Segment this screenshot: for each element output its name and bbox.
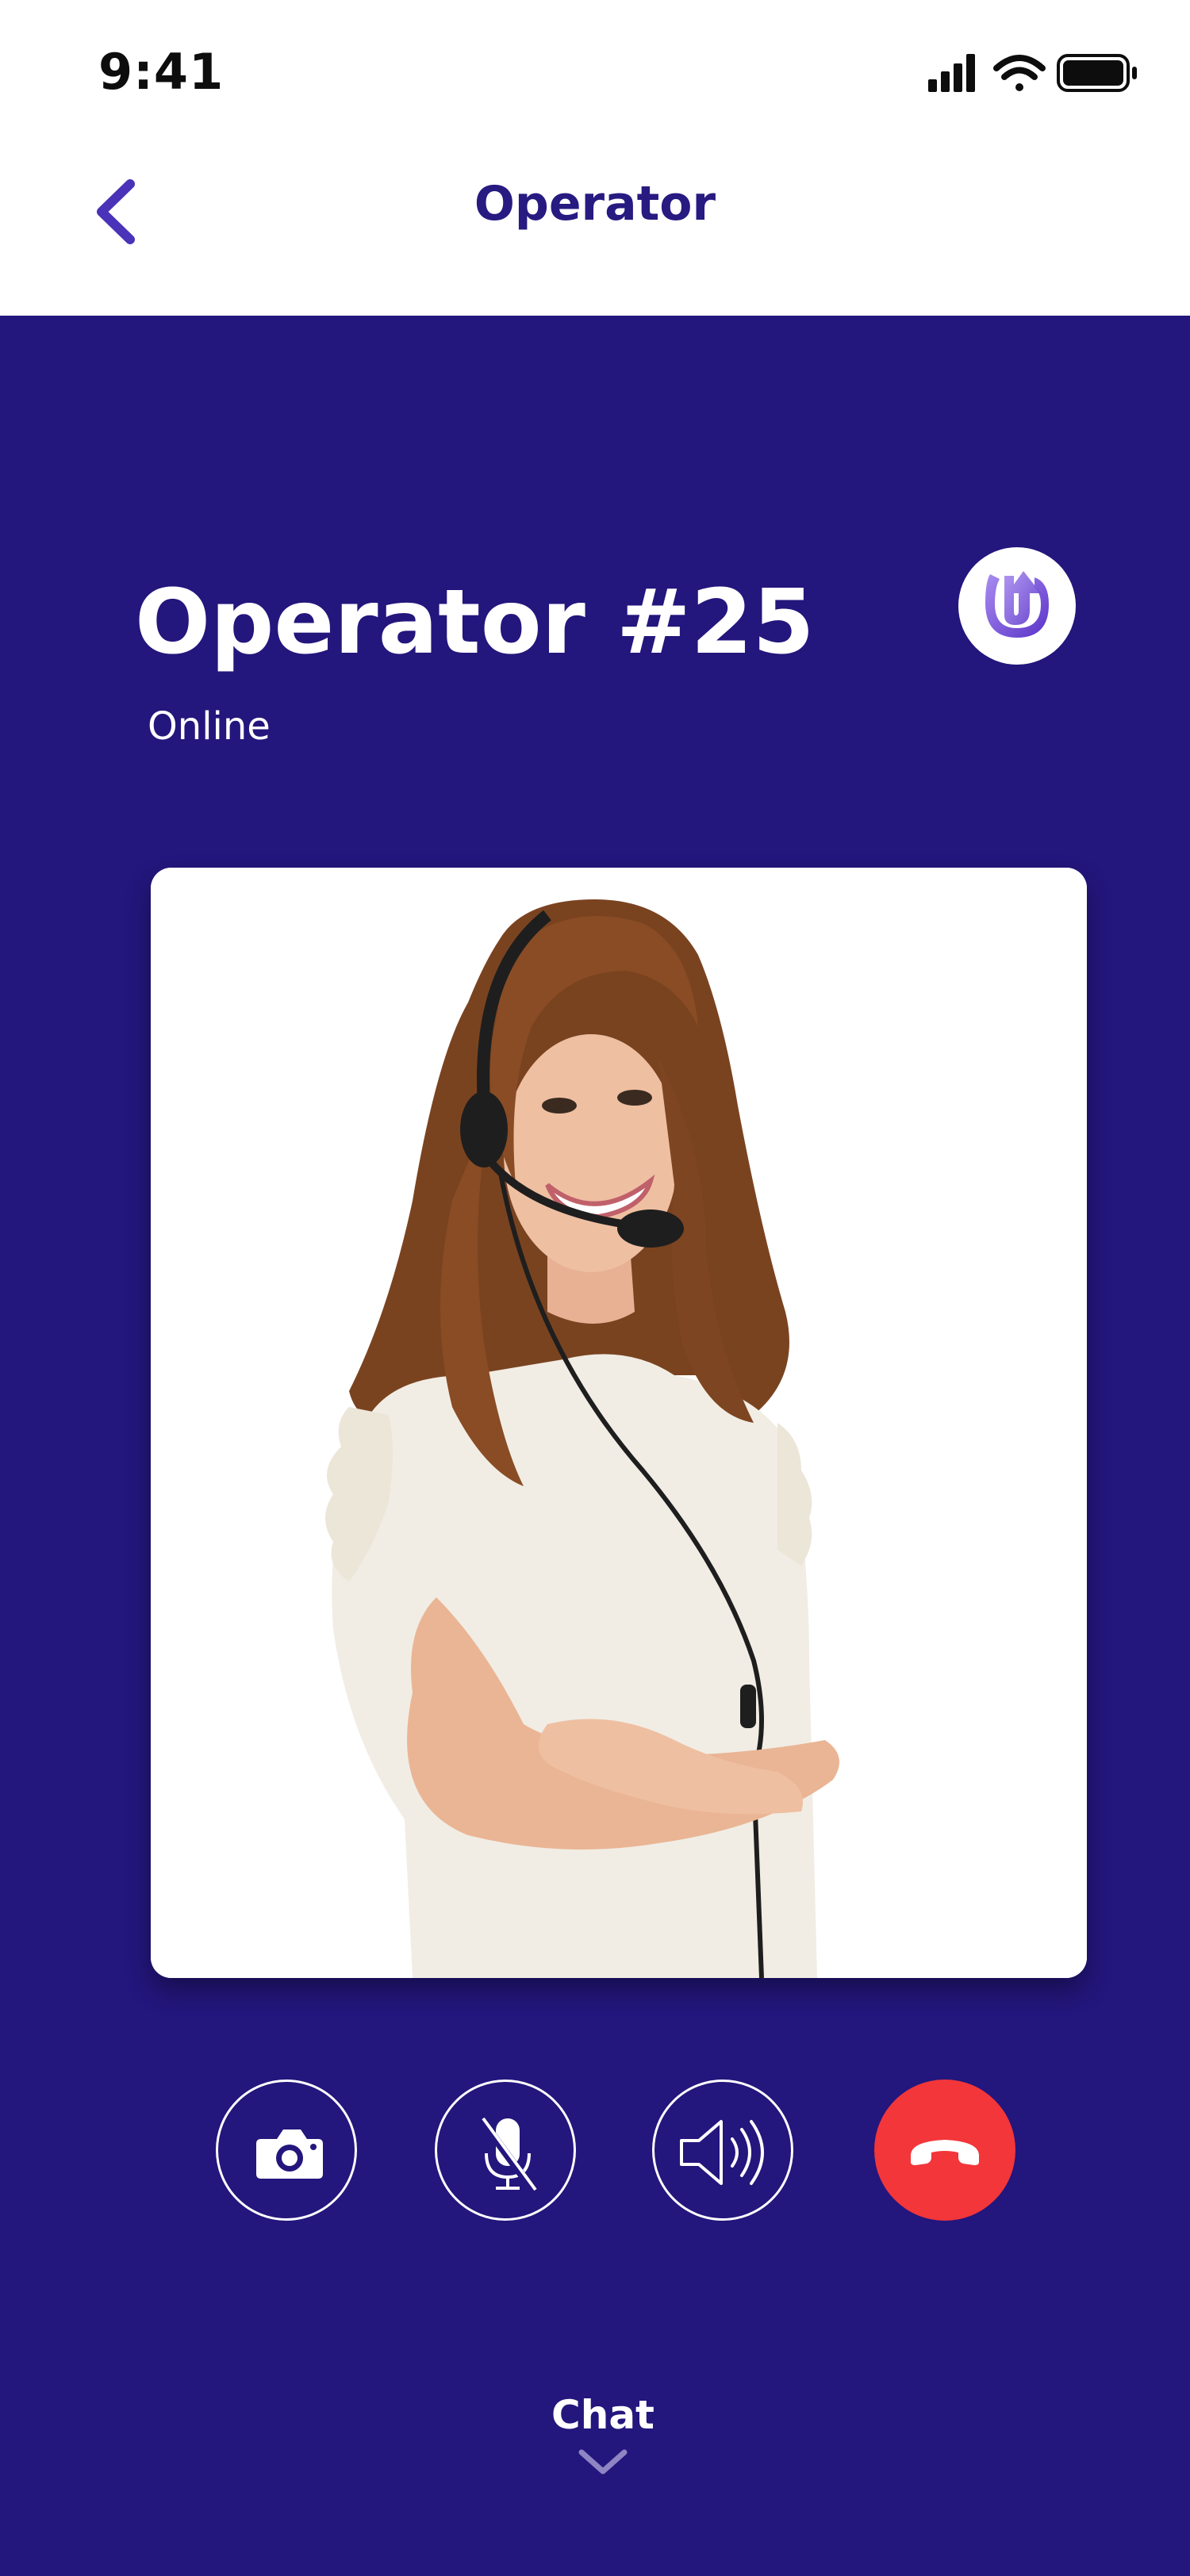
wifi-icon xyxy=(993,55,1046,91)
speaker-icon xyxy=(680,2120,764,2185)
brand-logo xyxy=(958,547,1076,665)
battery-icon xyxy=(1057,54,1137,92)
operator-name: Operator #25 xyxy=(135,571,815,674)
mute-button[interactable] xyxy=(435,2080,576,2221)
page-title: Operator xyxy=(474,176,716,232)
status-icons xyxy=(928,54,1137,92)
camera-icon xyxy=(256,2129,323,2179)
operator-photo xyxy=(151,868,1087,1978)
speaker-button[interactable] xyxy=(652,2080,793,2221)
signal-icon xyxy=(928,54,975,92)
chevron-down-icon xyxy=(578,2449,628,2474)
top-header: 9:41 Operator xyxy=(0,0,1190,316)
camera-button[interactable] xyxy=(216,2080,357,2221)
microphone-muted-icon xyxy=(478,2117,538,2194)
status-time: 9:41 xyxy=(98,43,225,101)
end-call-button[interactable] xyxy=(874,2080,1015,2221)
operator-video xyxy=(151,868,1087,1978)
chat-label: Chat xyxy=(551,2392,654,2438)
operator-status: Online xyxy=(148,704,271,749)
phone-hangup-icon xyxy=(911,2140,979,2165)
chat-toggle[interactable]: Chat xyxy=(516,2392,690,2519)
